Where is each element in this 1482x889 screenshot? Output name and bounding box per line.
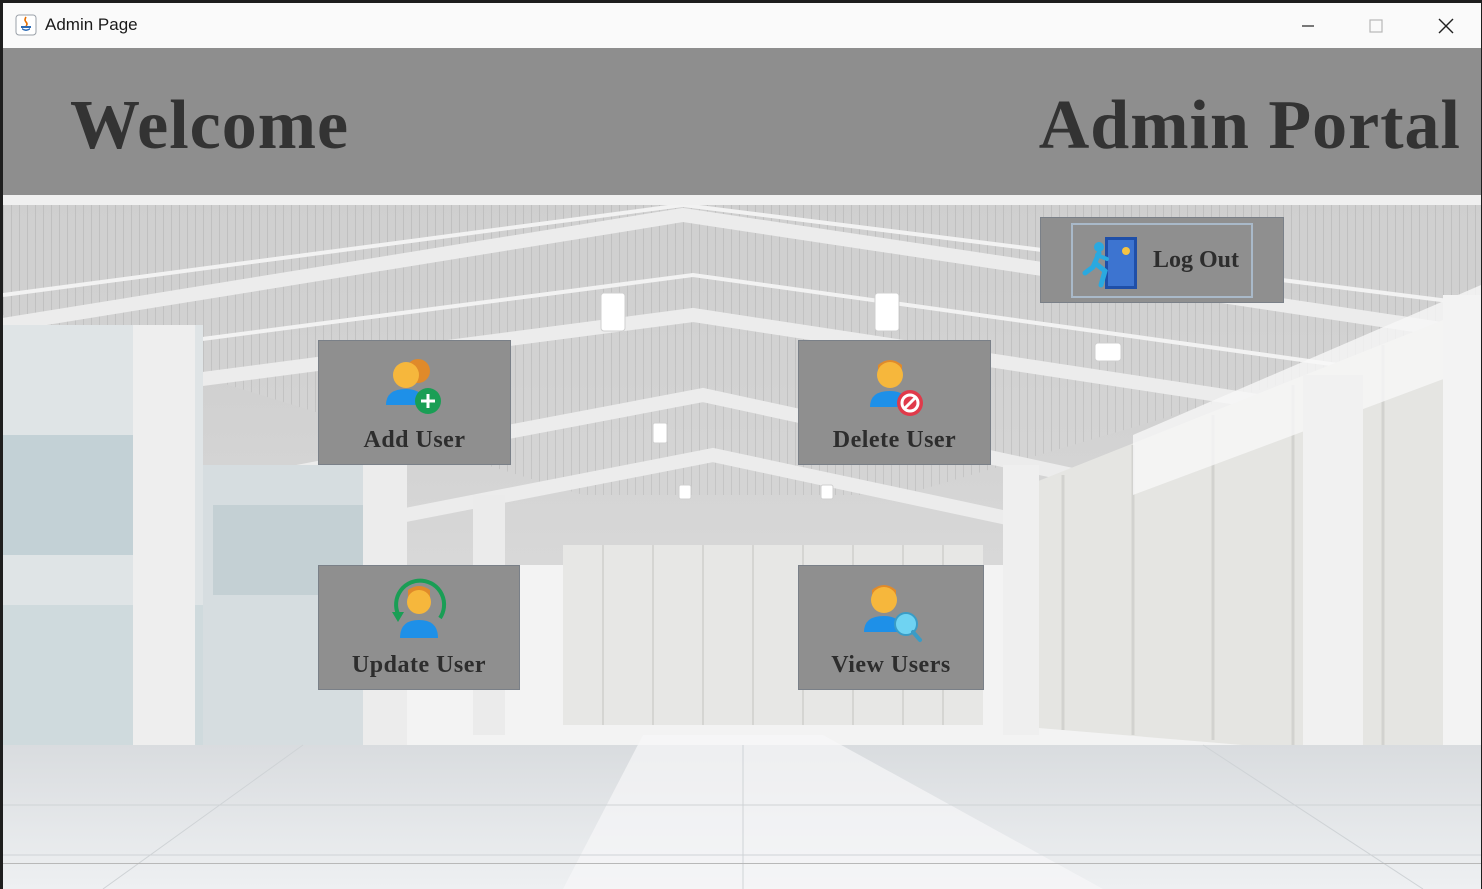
logout-label: Log Out — [1153, 247, 1240, 273]
maximize-button[interactable] — [1341, 3, 1411, 48]
close-button[interactable] — [1411, 3, 1481, 48]
add-user-label: Add User — [363, 427, 466, 453]
exit-door-icon — [1082, 237, 1137, 289]
warehouse-background-image — [3, 205, 1481, 889]
update-user-button[interactable]: Update User — [318, 565, 520, 690]
java-app-icon — [15, 14, 37, 36]
update-user-icon — [392, 578, 447, 638]
title-bar: Admin Page — [3, 3, 1481, 48]
add-user-button[interactable]: Add User — [318, 340, 511, 465]
window-title: Admin Page — [45, 15, 138, 34]
portal-heading: Admin Portal — [1038, 87, 1461, 164]
view-users-button[interactable]: View Users — [798, 565, 984, 690]
view-users-label: View Users — [831, 652, 951, 678]
update-user-label: Update User — [351, 652, 487, 678]
logout-button[interactable]: Log Out — [1071, 223, 1253, 298]
minimize-button[interactable] — [1273, 3, 1343, 48]
delete-user-button[interactable]: Delete User — [798, 340, 991, 465]
add-user-icon — [385, 359, 441, 414]
search-user-icon — [864, 585, 922, 642]
delete-user-label: Delete User — [832, 427, 957, 453]
close-icon — [1438, 18, 1454, 33]
logout-panel: Log Out — [1040, 217, 1284, 303]
header-banner: Welcome Admin Portal — [3, 48, 1481, 195]
maximize-icon — [1369, 18, 1383, 33]
admin-window: Admin Page Welcome Admin Portal Log Out … — [3, 3, 1481, 889]
welcome-heading: Welcome — [70, 87, 350, 164]
header-divider — [3, 195, 1481, 205]
delete-user-icon — [869, 360, 923, 416]
minimize-icon — [1302, 24, 1314, 27]
